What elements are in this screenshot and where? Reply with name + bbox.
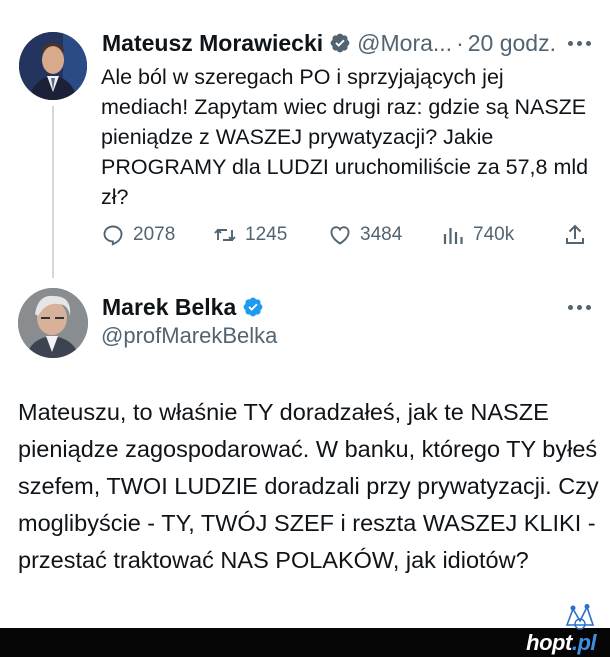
- retweet-icon: [214, 228, 236, 242]
- tweet1-text: Ale ból w szeregach PO i sprzyjających j…: [101, 65, 589, 209]
- watermark-logo: hopt.pl: [526, 630, 596, 656]
- author-handle[interactable]: @profMarekBelka: [101, 323, 277, 349]
- share-button[interactable]: [563, 220, 587, 250]
- retweet-count: 1245: [245, 224, 288, 245]
- timestamp[interactable]: 20 godz.: [468, 30, 556, 57]
- more-icon[interactable]: [566, 304, 594, 312]
- top-strip: [0, 0, 610, 14]
- retweet-button[interactable]: 1245: [213, 220, 287, 250]
- watermark-main: hopt: [526, 630, 572, 655]
- verified-badge-icon: [243, 297, 263, 317]
- author-name[interactable]: Marek Belka: [102, 294, 236, 321]
- author-name[interactable]: Mateusz Morawiecki: [102, 30, 323, 57]
- views-button[interactable]: 740k: [441, 220, 514, 250]
- tweet1-actions: 2078 1245 3484 740k: [101, 220, 591, 250]
- watermark-suffix: .pl: [571, 630, 597, 655]
- views-icon: [443, 228, 463, 244]
- reply-count: 2078: [133, 224, 176, 245]
- tweet1-header: Mateusz Morawiecki @Mora... · 20 godz.: [102, 28, 556, 58]
- like-button[interactable]: 3484: [328, 220, 402, 250]
- author-handle[interactable]: @Mora...: [357, 30, 452, 57]
- share-icon: [566, 224, 584, 244]
- verified-badge-icon: [330, 33, 350, 53]
- views-count: 740k: [473, 224, 515, 245]
- jester-logo-icon: [565, 604, 595, 630]
- like-count: 3484: [360, 224, 403, 245]
- like-icon: [330, 226, 350, 245]
- avatar-morawiecki[interactable]: [19, 32, 87, 100]
- more-icon[interactable]: [566, 40, 594, 48]
- separator-dot: ·: [456, 29, 464, 56]
- reply-icon: [103, 225, 123, 246]
- tweet2-header: Marek Belka: [102, 292, 270, 322]
- thread-line: [52, 106, 54, 278]
- tweet2-text: Mateuszu, to właśnie TY doradzałeś, jak …: [18, 399, 599, 573]
- avatar-belka[interactable]: [18, 288, 88, 358]
- reply-button[interactable]: 2078: [101, 220, 175, 250]
- watermark-bar: hopt.pl: [0, 628, 610, 657]
